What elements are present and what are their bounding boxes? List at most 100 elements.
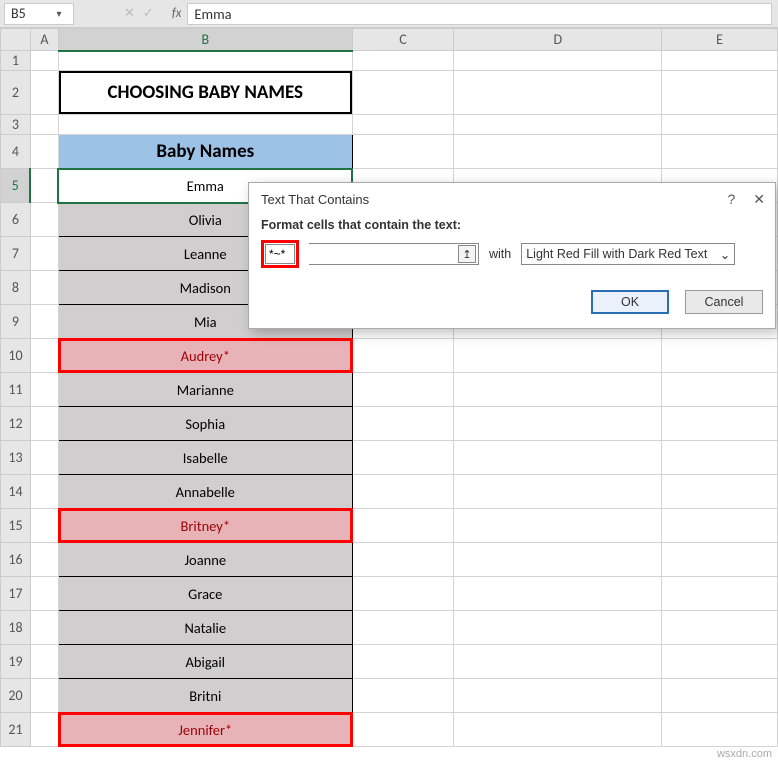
select-all-corner[interactable] xyxy=(1,29,31,51)
row-header-10[interactable]: 10 xyxy=(1,339,31,373)
fx-icon[interactable]: fx xyxy=(172,6,182,21)
row-header-4[interactable]: 4 xyxy=(1,135,31,169)
cell[interactable] xyxy=(352,509,454,543)
row-header-17[interactable]: 17 xyxy=(1,577,31,611)
row-header-2[interactable]: 2 xyxy=(1,71,31,115)
cell[interactable] xyxy=(454,373,662,407)
cell[interactable] xyxy=(352,645,454,679)
range-selector-icon[interactable]: ↥ xyxy=(458,245,476,263)
row-header-6[interactable]: 6 xyxy=(1,203,31,237)
cell[interactable] xyxy=(454,135,662,169)
cell[interactable] xyxy=(30,543,58,577)
cell[interactable] xyxy=(662,509,778,543)
name-box-dropdown-icon[interactable]: ▾ xyxy=(51,7,67,20)
cancel-button[interactable]: Cancel xyxy=(685,290,763,314)
dialog-titlebar[interactable]: Text That Contains ? ✕ xyxy=(249,183,775,214)
cell[interactable] xyxy=(352,135,454,169)
cell[interactable] xyxy=(352,441,454,475)
cell[interactable] xyxy=(662,115,778,135)
row-header-3[interactable]: 3 xyxy=(1,115,31,135)
cell[interactable] xyxy=(352,71,454,115)
cancel-entry-icon[interactable]: ✕ xyxy=(124,6,135,21)
cell[interactable] xyxy=(454,679,662,713)
cell[interactable] xyxy=(662,611,778,645)
row-header-1[interactable]: 1 xyxy=(1,51,31,71)
cell[interactable] xyxy=(352,543,454,577)
row-header-19[interactable]: 19 xyxy=(1,645,31,679)
cell[interactable] xyxy=(30,713,58,747)
cell[interactable] xyxy=(30,71,58,115)
name-cell[interactable]: Britney* xyxy=(58,509,352,543)
cell[interactable] xyxy=(662,475,778,509)
cell[interactable] xyxy=(30,475,58,509)
cell[interactable] xyxy=(662,71,778,115)
cell[interactable] xyxy=(454,713,662,747)
cell[interactable] xyxy=(454,577,662,611)
cell[interactable] xyxy=(454,339,662,373)
col-header-C[interactable]: C xyxy=(352,29,454,51)
name-cell[interactable]: Sophia xyxy=(58,407,352,441)
cell[interactable] xyxy=(662,645,778,679)
cell[interactable] xyxy=(30,169,58,203)
row-header-15[interactable]: 15 xyxy=(1,509,31,543)
cell[interactable] xyxy=(454,115,662,135)
cell[interactable] xyxy=(352,577,454,611)
cell[interactable] xyxy=(662,373,778,407)
col-header-E[interactable]: E xyxy=(662,29,778,51)
row-header-9[interactable]: 9 xyxy=(1,305,31,339)
formula-bar[interactable]: Emma xyxy=(187,3,772,25)
cell[interactable] xyxy=(454,645,662,679)
contains-text-input[interactable] xyxy=(265,244,295,264)
cell[interactable] xyxy=(30,645,58,679)
col-header-D[interactable]: D xyxy=(454,29,662,51)
cell[interactable] xyxy=(454,543,662,577)
name-cell[interactable]: Audrey* xyxy=(58,339,352,373)
cell[interactable] xyxy=(454,475,662,509)
cell[interactable] xyxy=(662,135,778,169)
row-header-5[interactable]: 5 xyxy=(1,169,31,203)
cell[interactable] xyxy=(30,115,58,135)
name-cell[interactable]: Jennifer* xyxy=(58,713,352,747)
row-header-11[interactable]: 11 xyxy=(1,373,31,407)
cell[interactable] xyxy=(30,509,58,543)
row-header-16[interactable]: 16 xyxy=(1,543,31,577)
cell[interactable] xyxy=(454,611,662,645)
row-header-12[interactable]: 12 xyxy=(1,407,31,441)
cell[interactable] xyxy=(454,407,662,441)
name-cell[interactable]: Natalie xyxy=(58,611,352,645)
cell[interactable] xyxy=(30,237,58,271)
title-cell[interactable]: CHOOSING BABY NAMES xyxy=(58,71,352,115)
name-cell[interactable]: Britni xyxy=(58,679,352,713)
dialog-help-icon[interactable]: ? xyxy=(727,191,735,208)
cell[interactable] xyxy=(662,577,778,611)
cell[interactable] xyxy=(30,271,58,305)
name-cell[interactable]: Annabelle xyxy=(58,475,352,509)
col-header-B[interactable]: B xyxy=(58,29,352,51)
cell[interactable] xyxy=(352,115,454,135)
close-icon[interactable]: ✕ xyxy=(753,191,765,208)
cell[interactable] xyxy=(30,373,58,407)
cell[interactable] xyxy=(30,51,58,71)
name-cell[interactable]: Marianne xyxy=(58,373,352,407)
cell[interactable] xyxy=(662,51,778,71)
row-header-8[interactable]: 8 xyxy=(1,271,31,305)
cell[interactable] xyxy=(352,713,454,747)
cell[interactable] xyxy=(352,373,454,407)
cell[interactable] xyxy=(30,135,58,169)
cell[interactable] xyxy=(352,51,454,71)
cell[interactable] xyxy=(30,305,58,339)
cell[interactable] xyxy=(352,407,454,441)
row-header-7[interactable]: 7 xyxy=(1,237,31,271)
name-box[interactable]: B5 ▾ xyxy=(4,3,74,25)
cell[interactable] xyxy=(662,713,778,747)
row-header-14[interactable]: 14 xyxy=(1,475,31,509)
cell[interactable] xyxy=(30,577,58,611)
col-header-A[interactable]: A xyxy=(30,29,58,51)
cell[interactable] xyxy=(58,115,352,135)
row-header-21[interactable]: 21 xyxy=(1,713,31,747)
cell[interactable] xyxy=(30,441,58,475)
confirm-entry-icon[interactable]: ✓ xyxy=(143,6,154,21)
cell[interactable] xyxy=(30,679,58,713)
cell[interactable] xyxy=(30,611,58,645)
cell[interactable] xyxy=(352,679,454,713)
